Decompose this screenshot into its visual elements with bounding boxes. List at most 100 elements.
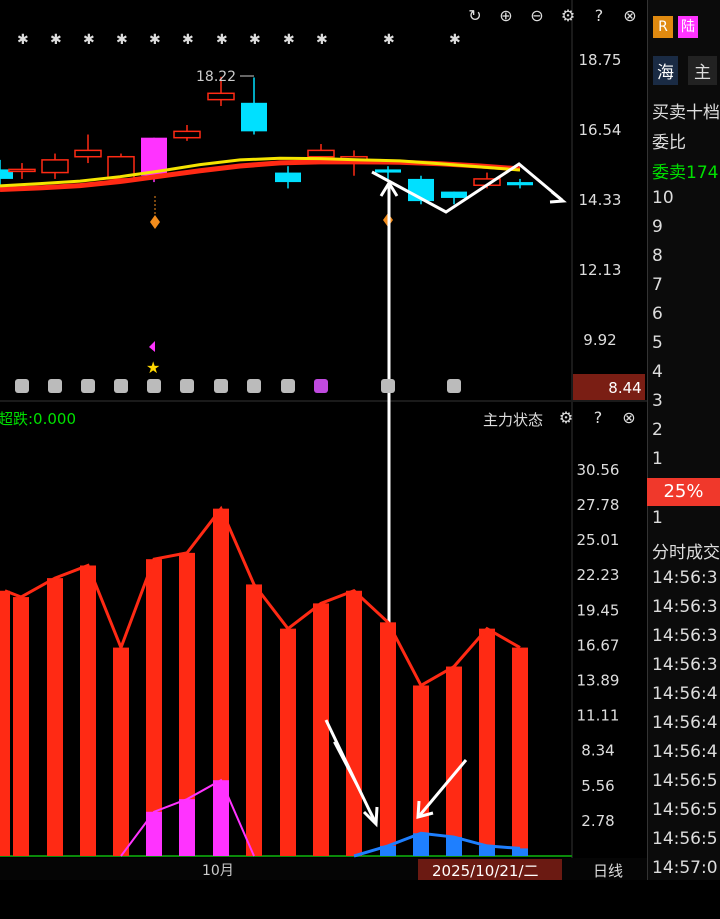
signal-star-icon: ✱ xyxy=(283,32,295,48)
candle-body xyxy=(207,92,235,101)
red-bar xyxy=(413,685,429,856)
btn-zhu[interactable]: 主 xyxy=(688,56,717,85)
bid-level: 1 xyxy=(652,508,663,528)
ask-level-label: 7 xyxy=(652,275,663,295)
pct-badge: 25% xyxy=(647,478,720,506)
lower-help-icon[interactable]: ? xyxy=(588,408,608,428)
current-price-label: 8.44 xyxy=(608,379,641,397)
zoom-out-icon[interactable]: ⊖ xyxy=(527,6,547,26)
price-tick-label: 14.33 xyxy=(579,191,622,209)
red-bar xyxy=(446,666,462,856)
event-icon[interactable] xyxy=(447,379,461,393)
zoom-in-icon[interactable]: ⊕ xyxy=(496,6,516,26)
badge-r[interactable]: R xyxy=(653,16,673,38)
gear-icon[interactable]: ⚙ xyxy=(558,6,578,26)
order-book-panel: R 陆 海 主 买卖十档 委比 委卖174 10 9 8 7 6 5 4 3 2 1 1 分时成交… xyxy=(647,0,720,880)
high-annotation: 18.22 xyxy=(196,69,236,85)
lower-tick-label: 22.23 xyxy=(577,566,620,584)
signal-star-icon: ✱ xyxy=(83,32,95,48)
lower-tick-label: 30.56 xyxy=(577,461,620,479)
price-tick-label: 12.13 xyxy=(579,261,622,279)
lower-tick-label: 27.78 xyxy=(577,496,620,514)
lower-tick-label: 19.45 xyxy=(577,601,620,619)
lower-tick-label: 5.56 xyxy=(581,777,614,795)
lower-tick-label: 8.34 xyxy=(581,742,614,760)
month-label: 10月 xyxy=(202,863,234,879)
candle-body xyxy=(173,130,201,139)
event-icon[interactable] xyxy=(48,379,62,393)
signal-star-icon: ✱ xyxy=(249,32,261,48)
red-bar xyxy=(0,590,10,856)
red-bar xyxy=(13,597,29,856)
red-bar xyxy=(479,628,495,856)
candle-body xyxy=(41,159,69,174)
trade-time: 14:56:4 xyxy=(652,684,718,704)
event-icon[interactable] xyxy=(81,379,95,393)
trade-time: 14:56:3 xyxy=(652,655,718,675)
btn-hai[interactable]: 海 xyxy=(653,56,678,85)
event-icon[interactable] xyxy=(281,379,295,393)
lower-gear-icon[interactable]: ⚙ xyxy=(556,408,576,428)
price-tick-label: 9.92 xyxy=(583,331,616,349)
lower-tick-label: 13.89 xyxy=(577,672,620,690)
lower-close-icon[interactable]: ⊗ xyxy=(619,408,639,428)
candle-body xyxy=(441,191,467,198)
trade-time: 14:56:3 xyxy=(652,626,718,646)
signal-star-icon: ✱ xyxy=(316,32,328,48)
red-bar xyxy=(346,590,362,856)
signal-star-icon: ✱ xyxy=(449,32,461,48)
event-icon[interactable] xyxy=(180,379,194,393)
wei-mai-label: 委卖174 xyxy=(652,163,719,183)
ask-level-label: 5 xyxy=(652,333,663,353)
refresh-icon[interactable]: ↻ xyxy=(465,6,485,26)
signal-stars: ✱ ✱ ✱ ✱ ✱ ✱ ✱ ✱ ✱ ✱ ✱ ✱ xyxy=(17,32,461,48)
ask-level-label: 10 xyxy=(652,188,674,208)
red-bar xyxy=(113,647,129,856)
signal-star-icon: ✱ xyxy=(216,32,228,48)
trade-time: 14:56:3 xyxy=(652,568,718,588)
badge-lu[interactable]: 陆 xyxy=(678,16,698,38)
candle-body xyxy=(507,182,533,186)
trade-time: 14:56:4 xyxy=(652,742,718,762)
red-bar xyxy=(313,603,329,856)
lower-axis: 30.56 27.78 25.01 22.23 19.45 16.67 13.89 11.11… xyxy=(577,461,620,830)
candle-body xyxy=(375,169,401,173)
blue-line xyxy=(353,831,521,858)
blue-bar xyxy=(512,848,528,856)
trade-time: 14:56:5 xyxy=(652,800,718,820)
flag-marker xyxy=(149,341,155,352)
candle-body xyxy=(275,172,301,183)
red-bar xyxy=(246,584,262,856)
signal-star-icon: ✱ xyxy=(116,32,128,48)
ask-level-label: 3 xyxy=(652,391,663,411)
event-icon[interactable] xyxy=(147,379,161,393)
lower-chart-title: 主力状态 xyxy=(483,411,543,429)
main-force-bars xyxy=(0,508,528,856)
lower-tick-label: 11.11 xyxy=(577,707,620,725)
event-icon[interactable] xyxy=(114,379,128,393)
red-bar xyxy=(80,565,96,856)
event-icon[interactable] xyxy=(15,379,29,393)
price-axis: 18.75 16.54 14.33 12.13 9.92 xyxy=(579,51,622,349)
price-tick-label: 18.75 xyxy=(579,51,622,69)
close-icon[interactable]: ⊗ xyxy=(620,6,640,26)
candle-body xyxy=(8,168,36,173)
trade-time: 14:56:5 xyxy=(652,829,718,849)
red-bar xyxy=(47,578,63,856)
event-icon[interactable] xyxy=(214,379,228,393)
event-icon[interactable] xyxy=(314,379,328,393)
lower-tick-label: 2.78 xyxy=(581,812,614,830)
help-icon[interactable]: ? xyxy=(589,6,609,26)
event-icon[interactable] xyxy=(247,379,261,393)
event-icon[interactable] xyxy=(381,379,395,393)
wei-bi-label: 委比 xyxy=(652,133,686,153)
ask-level-label: 2 xyxy=(652,420,663,440)
magenta-bar xyxy=(179,799,195,856)
trade-time: 14:56:4 xyxy=(652,713,718,733)
indicator-label: 超跌:0.000 xyxy=(0,410,76,428)
diamond-marker xyxy=(150,215,160,229)
ask-level-label: 4 xyxy=(652,362,663,382)
trade-time: 14:56:3 xyxy=(652,597,718,617)
trade-time: 14:57:0 xyxy=(652,858,718,878)
ma-red-line xyxy=(0,159,521,192)
